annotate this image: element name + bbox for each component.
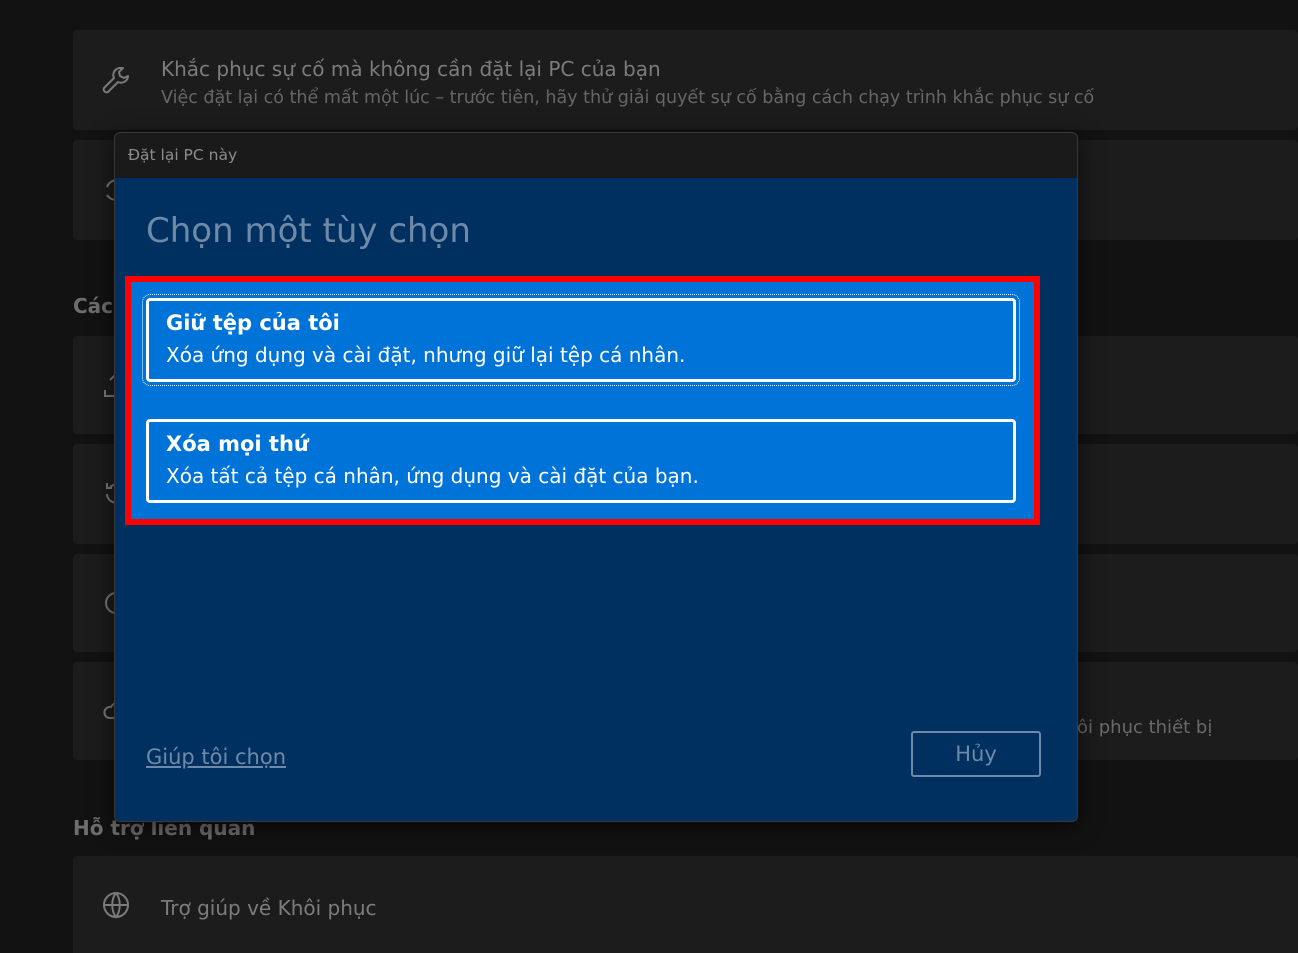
option-description: Xóa ứng dụng và cài đặt, nhưng giữ lại t… — [166, 343, 686, 367]
recovery-help-title: Trợ giúp về Khôi phục — [161, 896, 377, 920]
remove-everything-option[interactable]: Xóa mọi thứ Xóa tất cả tệp cá nhân, ứng … — [146, 419, 1016, 503]
reset-pc-dialog: Đặt lại PC này Chọn một tùy chọn Giữ tệp… — [114, 132, 1078, 822]
option-description: Xóa tất cả tệp cá nhân, ứng dụng và cài … — [166, 464, 699, 488]
globe-help-icon — [99, 888, 133, 922]
troubleshoot-title: Khắc phục sự cố mà không cần đặt lại PC … — [161, 57, 661, 81]
dialog-heading: Chọn một tùy chọn — [146, 211, 471, 251]
restore-device-text: ôi phục thiết bị — [1077, 717, 1213, 738]
settings-recovery-page: Khắc phục sự cố mà không cần đặt lại PC … — [0, 0, 1298, 953]
troubleshoot-subtitle: Việc đặt lại có thể mất một lúc – trước … — [161, 88, 1095, 108]
help-me-choose-link[interactable]: Giúp tôi chọn — [146, 745, 286, 769]
dialog-titlebar[interactable]: Đặt lại PC này — [115, 133, 1077, 178]
dialog-window-title: Đặt lại PC này — [128, 146, 238, 164]
cancel-button[interactable]: Hủy — [911, 731, 1041, 777]
recovery-options-heading: Các — [73, 294, 114, 318]
option-title: Giữ tệp của tôi — [166, 311, 340, 335]
option-title: Xóa mọi thứ — [166, 432, 309, 456]
wrench-icon — [99, 63, 133, 97]
troubleshoot-card[interactable]: Khắc phục sự cố mà không cần đặt lại PC … — [73, 30, 1298, 130]
keep-my-files-option[interactable]: Giữ tệp của tôi Xóa ứng dụng và cài đặt,… — [142, 294, 1020, 386]
recovery-help-card[interactable]: Trợ giúp về Khôi phục — [73, 856, 1298, 953]
